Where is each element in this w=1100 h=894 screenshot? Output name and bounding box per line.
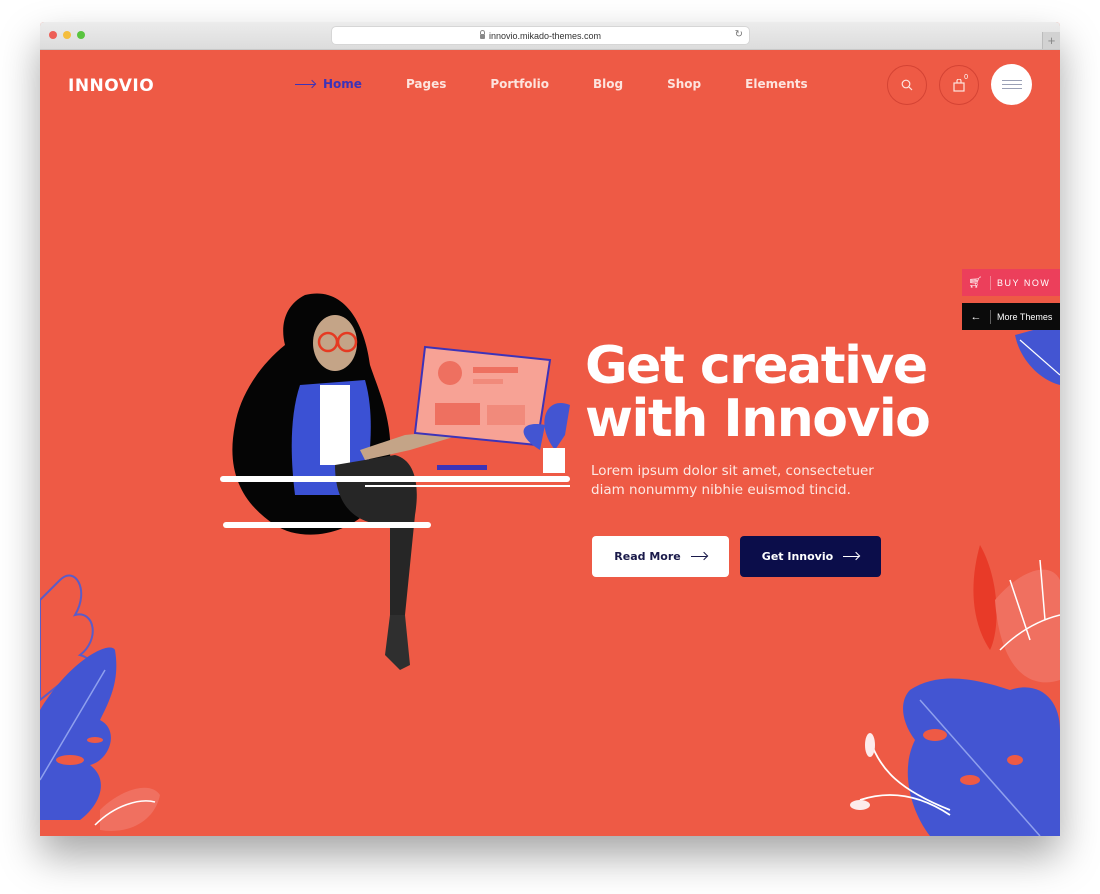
buy-now-label: BUY NOW [997, 277, 1051, 288]
arrow-right-icon [690, 556, 707, 557]
hero-illustration [220, 293, 570, 670]
hero-title-line: Get creative [585, 336, 928, 396]
screen-bar [473, 379, 503, 384]
page-content: INNOVIO Home Pages Portfolio Blog Shop E… [40, 50, 1060, 836]
nav-item-label: Home [323, 77, 362, 91]
nav-item-label: Portfolio [490, 77, 550, 91]
right-leaves-decoration [850, 545, 1060, 836]
buy-now-button[interactable]: 🛒︎ BUY NOW [962, 269, 1060, 296]
browser-window: innovio.mikado-themes.com ↻ + INNOVIO Ho… [40, 22, 1060, 836]
plant-pot [543, 448, 565, 473]
maximize-window-button[interactable] [77, 31, 85, 39]
divider [990, 309, 991, 324]
boot [385, 615, 410, 670]
screen-card [435, 403, 480, 425]
site-logo[interactable]: INNOVIO [68, 76, 154, 96]
address-bar[interactable]: innovio.mikado-themes.com ↻ [332, 27, 749, 44]
read-more-button[interactable]: Read More [592, 536, 729, 577]
pink-leaf [995, 569, 1060, 683]
arrow-left-icon: ← [970, 310, 982, 323]
desk-edge [365, 485, 570, 487]
left-leaves-decoration [40, 574, 160, 831]
leaf-hole [87, 737, 103, 743]
nav-item-label: Elements [745, 77, 808, 91]
more-themes-button[interactable]: ← More Themes [962, 303, 1060, 330]
nav-item-label: Blog [593, 77, 624, 91]
reload-icon[interactable]: ↻ [735, 29, 743, 40]
get-innovio-label: Get Innovio [761, 550, 834, 563]
lock-icon [479, 30, 485, 39]
leaf-hole [1007, 755, 1023, 765]
close-window-button[interactable] [49, 31, 57, 39]
cart-icon: 🛒︎ [968, 277, 984, 289]
monstera-leaf [903, 678, 1060, 836]
main-nav: Home Pages Portfolio Blog Shop Elements [295, 77, 852, 91]
cart-button[interactable]: 0 [939, 65, 979, 105]
hamburger-icon [1001, 77, 1022, 92]
hero-subtitle: Lorem ipsum dolor sit amet, consectetuer… [591, 462, 891, 500]
minimize-window-button[interactable] [63, 31, 71, 39]
read-more-label: Read More [614, 550, 681, 563]
leaf-hole [56, 755, 84, 765]
pink-leaf [100, 787, 160, 831]
arrow-right-icon [295, 83, 315, 85]
get-innovio-button[interactable]: Get Innovio [740, 536, 881, 577]
vine-leaf [850, 800, 870, 810]
hero-title: Get creative with Innovio [585, 336, 931, 449]
search-button[interactable] [887, 65, 927, 105]
menu-button[interactable] [991, 64, 1032, 105]
hero-subtitle-line: Lorem ipsum dolor sit amet, consectetuer [591, 463, 874, 479]
vine-leaf [865, 733, 875, 757]
nav-item-label: Shop [667, 77, 702, 91]
new-tab-button[interactable]: + [1042, 32, 1060, 49]
red-leaf [973, 545, 997, 650]
more-themes-label: More Themes [997, 311, 1053, 322]
screen-card [487, 405, 525, 425]
browser-titlebar: innovio.mikado-themes.com ↻ + [40, 22, 1060, 50]
nav-item-pages[interactable]: Pages [406, 77, 446, 91]
nav-item-label: Pages [405, 77, 447, 91]
url-text: innovio.mikado-themes.com [488, 30, 602, 41]
screen-avatar [438, 361, 462, 385]
monstera-leaf [40, 647, 117, 820]
plant-leaf [544, 403, 570, 450]
desk-shelf [223, 522, 431, 528]
nav-item-home[interactable]: Home [295, 77, 362, 91]
nav-item-shop[interactable]: Shop [667, 77, 701, 91]
search-icon [901, 79, 913, 91]
nav-item-blog[interactable]: Blog [593, 77, 623, 91]
screen-bar [473, 367, 518, 373]
cart-count-badge: 0 [964, 74, 968, 81]
leaf-hole [923, 729, 947, 741]
shirt [320, 385, 350, 465]
leaf-hole [960, 775, 980, 785]
desk-top [220, 476, 570, 482]
hero-title-line: with Innovio [585, 389, 931, 449]
hero-subtitle-line: diam nonummy nibhie euismod tincid. [591, 482, 851, 498]
nav-item-elements[interactable]: Elements [745, 77, 808, 91]
book [437, 465, 487, 470]
arrow-right-icon [843, 556, 860, 557]
nav-item-portfolio[interactable]: Portfolio [490, 77, 549, 91]
plant-leaf [523, 424, 545, 450]
divider [990, 275, 991, 290]
